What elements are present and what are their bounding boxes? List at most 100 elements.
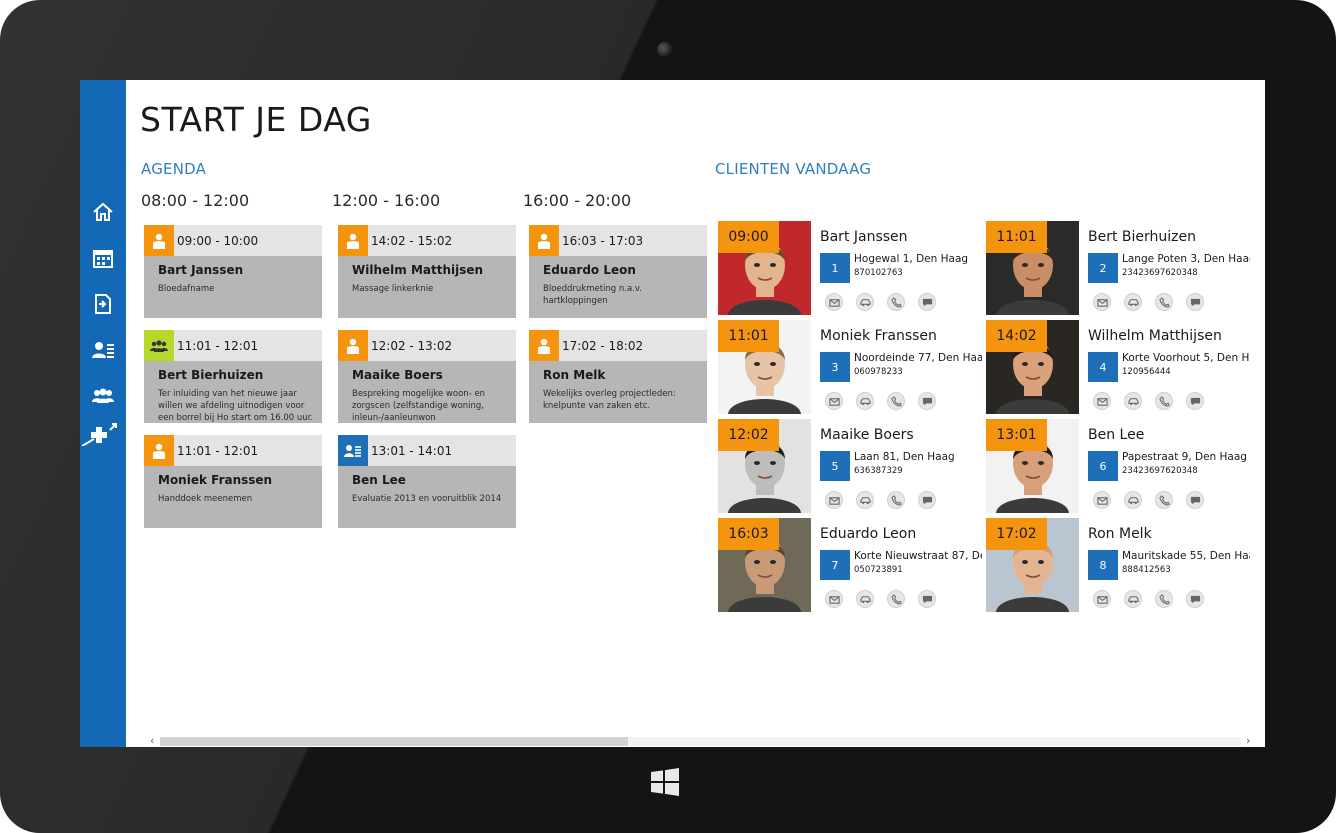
calendar-icon[interactable] (91, 246, 115, 270)
client-phone-number: 060978233 (854, 367, 903, 377)
phone-icon[interactable] (887, 293, 905, 311)
car-icon[interactable] (1124, 590, 1142, 608)
document-icon[interactable] (91, 292, 115, 316)
agenda-card[interactable]: 12:02 - 13:02 Maaike Boers Bespreking moge… (338, 330, 516, 423)
client-name[interactable]: Maaike Boers (820, 427, 914, 443)
client-tile[interactable]: 17:02 Ron Melk 8 Mauritskade 55, Den Haag 88… (986, 518, 1251, 612)
agenda-card-description: Bloeddrukmeting n.a.v. hartkloppingen (543, 284, 642, 306)
chat-icon[interactable] (1186, 293, 1204, 311)
person-badge-icon (144, 225, 174, 256)
mail-icon[interactable] (825, 293, 843, 311)
client-tile[interactable]: 16:03 Eduardo Leon 7 Korte Nieuwstraat 87, … (718, 518, 983, 612)
client-tile[interactable]: 12:02 Maaike Boers 5 Laan 81, Den Haag 63638… (718, 419, 983, 513)
tablet-frame: START JE DAG AGENDA CLIENTEN VANDAAG 08:… (0, 0, 1336, 833)
car-icon[interactable] (1124, 491, 1142, 509)
agenda-card-header: 11:01 - 12:01 (144, 435, 322, 466)
client-photo[interactable]: 11:01 (986, 221, 1079, 315)
client-number-badge: 7 (820, 550, 850, 580)
agenda-card[interactable]: 14:02 - 15:02 Wilhelm Matthijsen Massage l… (338, 225, 516, 318)
agenda-card-name: Ron Melk (543, 368, 606, 382)
mail-icon[interactable] (1093, 590, 1111, 608)
client-appointment-time: 11:01 (986, 221, 1047, 253)
client-number-badge: 5 (820, 451, 850, 481)
agenda-card[interactable]: 11:01 - 12:01 Bert Bierhuizen Ter inluidin… (144, 330, 322, 423)
client-name[interactable]: Wilhelm Matthijsen (1088, 328, 1222, 344)
chat-icon[interactable] (918, 392, 936, 410)
agenda-card-time: 09:00 - 10:00 (177, 234, 259, 248)
group-icon[interactable] (91, 384, 115, 408)
client-tile[interactable]: 13:01 Ben Lee 6 Papestraat 9, Den Haag 23423… (986, 419, 1251, 513)
horizontal-scrollbar[interactable]: ‹ › (146, 734, 1255, 747)
client-photo[interactable]: 13:01 (986, 419, 1079, 513)
client-tile[interactable]: 11:01 Moniek Franssen 3 Noordeinde 77, Den … (718, 320, 983, 414)
clients-heading: CLIENTEN VANDAAG (715, 160, 872, 178)
chat-icon[interactable] (1186, 392, 1204, 410)
client-photo[interactable]: 14:02 (986, 320, 1079, 414)
car-icon[interactable] (1124, 392, 1142, 410)
chat-icon[interactable] (1186, 491, 1204, 509)
agenda-card[interactable]: 09:00 - 10:00 Bart Janssen Bloedafname (144, 225, 322, 318)
client-name[interactable]: Bart Janssen (820, 229, 908, 245)
phone-icon[interactable] (1155, 293, 1173, 311)
phone-icon[interactable] (887, 491, 905, 509)
car-icon[interactable] (856, 491, 874, 509)
car-icon[interactable] (1124, 293, 1142, 311)
person-badge-icon (338, 225, 368, 256)
mail-icon[interactable] (825, 392, 843, 410)
phone-icon[interactable] (1155, 392, 1173, 410)
page-title: START JE DAG (140, 100, 372, 139)
chat-icon[interactable] (918, 590, 936, 608)
mail-icon[interactable] (825, 491, 843, 509)
phone-icon[interactable] (1155, 590, 1173, 608)
agenda-card-description: Handdoek meenemen (158, 494, 253, 504)
client-list-icon[interactable] (91, 338, 115, 362)
client-photo[interactable]: 09:00 (718, 221, 811, 315)
car-icon[interactable] (856, 392, 874, 410)
client-name[interactable]: Ron Melk (1088, 526, 1152, 542)
phone-icon[interactable] (887, 392, 905, 410)
client-tile[interactable]: 09:00 Bart Janssen 1 Hogewal 1, Den Haag 870… (718, 221, 983, 315)
scroll-right-icon[interactable]: › (1246, 734, 1250, 747)
chat-icon[interactable] (918, 491, 936, 509)
chat-icon[interactable] (918, 293, 936, 311)
agenda-card-header: 17:02 - 18:02 (529, 330, 707, 361)
client-name[interactable]: Moniek Franssen (820, 328, 937, 344)
agenda-card-name: Wilhelm Matthijsen (352, 263, 484, 277)
client-tile[interactable]: 14:02 Wilhelm Matthijsen 4 Korte Voorhout 5… (986, 320, 1251, 414)
mail-icon[interactable] (1093, 392, 1111, 410)
agenda-card-name: Eduardo Leon (543, 263, 636, 277)
car-icon[interactable] (856, 293, 874, 311)
client-appointment-time: 17:02 (986, 518, 1047, 550)
phone-icon[interactable] (887, 590, 905, 608)
client-photo[interactable]: 12:02 (718, 419, 811, 513)
client-address: Papestraat 9, Den Haag (1122, 451, 1247, 463)
client-photo[interactable]: 16:03 (718, 518, 811, 612)
client-photo[interactable]: 11:01 (718, 320, 811, 414)
client-name[interactable]: Eduardo Leon (820, 526, 916, 542)
phone-icon[interactable] (1155, 491, 1173, 509)
agenda-card-time: 12:02 - 13:02 (371, 339, 453, 353)
client-address: Hogewal 1, Den Haag (854, 253, 969, 265)
mail-icon[interactable] (825, 590, 843, 608)
home-icon[interactable] (91, 200, 115, 224)
chat-icon[interactable] (1186, 590, 1204, 608)
client-tile[interactable]: 11:01 Bert Bierhuizen 2 Lange Poten 3, Den … (986, 221, 1251, 315)
windows-button-icon[interactable] (650, 767, 680, 797)
scroll-left-icon[interactable]: ‹ (150, 734, 154, 747)
car-icon[interactable] (856, 590, 874, 608)
mail-icon[interactable] (1093, 293, 1111, 311)
mail-icon[interactable] (1093, 491, 1111, 509)
agenda-card-header: 14:02 - 15:02 (338, 225, 516, 256)
scroll-thumb[interactable] (160, 737, 628, 746)
client-photo[interactable]: 17:02 (986, 518, 1079, 612)
agenda-card[interactable]: 16:03 - 17:03 Eduardo Leon Bloeddrukmeting… (529, 225, 707, 318)
agenda-card-name: Maaike Boers (352, 368, 443, 382)
agenda-card[interactable]: 17:02 - 18:02 Ron Melk Wekelijks overleg p… (529, 330, 707, 423)
client-name[interactable]: Ben Lee (1088, 427, 1144, 443)
add-care-icon[interactable] (81, 422, 122, 447)
client-appointment-time: 16:03 (718, 518, 779, 550)
client-phone-number: 23423697620348 (1122, 466, 1198, 476)
agenda-card[interactable]: 13:01 - 14:01 Ben Lee Evaluatie 2013 en vo… (338, 435, 516, 528)
client-name[interactable]: Bert Bierhuizen (1088, 229, 1196, 245)
agenda-card[interactable]: 11:01 - 12:01 Moniek Franssen Handdoek mee… (144, 435, 322, 528)
